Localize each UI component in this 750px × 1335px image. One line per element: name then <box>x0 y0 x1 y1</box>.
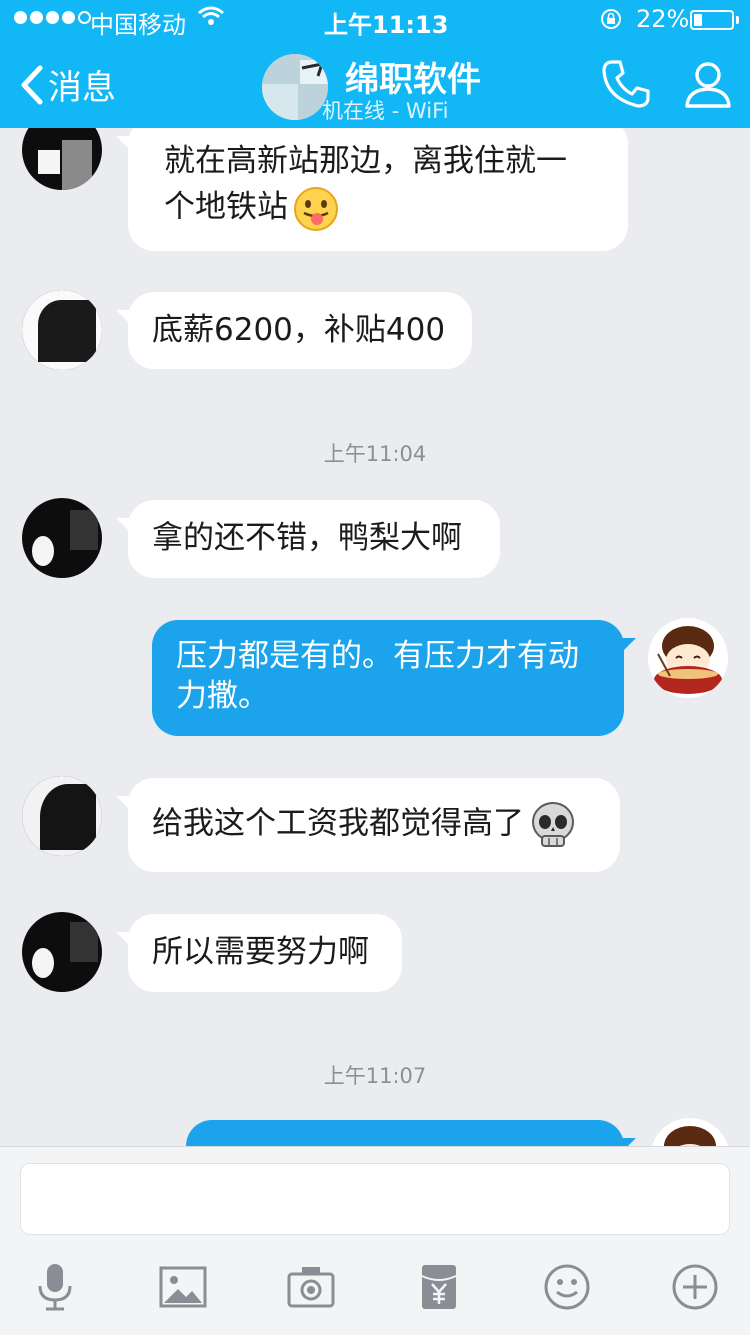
person-icon[interactable] <box>682 58 734 110</box>
wifi-icon <box>198 6 224 25</box>
contact-avatar[interactable] <box>22 776 102 856</box>
status-time: 上午11:13 <box>324 11 449 39</box>
rotation-lock-icon <box>601 9 621 29</box>
message-text: 给我这个工资我都觉得高了 <box>152 805 524 842</box>
emoji-icon[interactable] <box>542 1262 592 1312</box>
message-bubble[interactable]: 所以需要努力啊 <box>116 914 402 992</box>
message-text: 力撒。 <box>176 678 269 714</box>
composer <box>0 1146 750 1335</box>
message-text: 个地铁站 <box>164 189 288 225</box>
my-avatar[interactable] <box>648 618 728 698</box>
message-bubble[interactable]: 给我这个工资我都觉得高了 <box>116 778 620 872</box>
message-input[interactable] <box>20 1163 730 1235</box>
contact-avatar[interactable] <box>22 290 102 370</box>
camera-icon[interactable] <box>286 1262 336 1312</box>
message-timestamp: 上午11:04 <box>323 442 427 466</box>
message-bubble[interactable]: 就在高新站那边，离我住就一 个地铁站 <box>116 118 628 251</box>
online-status: 机在线 - WiFi <box>322 99 449 123</box>
battery-level-fill <box>694 14 702 26</box>
my-message-bubble[interactable]: 压力都是有的。有压力才有动 力撒。 <box>152 620 636 736</box>
message-bubble[interactable]: 底薪6200，补贴400 <box>116 292 472 369</box>
battery-icon <box>690 10 734 30</box>
red-packet-icon[interactable] <box>414 1262 464 1312</box>
battery-tip <box>736 16 739 24</box>
mic-icon[interactable] <box>30 1262 80 1312</box>
status-bar: 中国移动 上午11:13 22% <box>0 0 750 40</box>
message-text: 压力都是有的。有压力才有动 <box>176 638 579 674</box>
skull-emoji <box>532 802 574 847</box>
contact-avatar[interactable] <box>262 54 328 120</box>
image-icon[interactable] <box>158 1262 208 1312</box>
carrier-label: 中国移动 <box>90 11 186 39</box>
message-text: 所以需要努力啊 <box>152 934 369 970</box>
plus-icon[interactable] <box>670 1262 720 1312</box>
back-button[interactable]: 消息 <box>48 60 116 109</box>
message-text: 拿的还不错，鸭梨大啊 <box>152 520 462 556</box>
message-bubble[interactable]: 拿的还不错，鸭梨大啊 <box>116 500 500 578</box>
contact-avatar[interactable] <box>22 498 102 578</box>
tongue-face-emoji <box>294 186 338 231</box>
message-timestamp: 上午11:07 <box>323 1064 427 1088</box>
battery-percent: 22% <box>636 5 690 33</box>
message-text: 就在高新站那边，离我住就一 <box>164 143 567 179</box>
top-bar: 中国移动 上午11:13 22% 消息 绵职软件 机在线 - WiFi <box>0 0 750 128</box>
phone-icon[interactable] <box>600 58 652 110</box>
message-text: 底薪6200，补贴400 <box>152 312 446 348</box>
contact-avatar[interactable] <box>22 912 102 992</box>
chat-title: 绵职软件 <box>345 60 481 100</box>
signal-strength-icon <box>14 11 91 24</box>
